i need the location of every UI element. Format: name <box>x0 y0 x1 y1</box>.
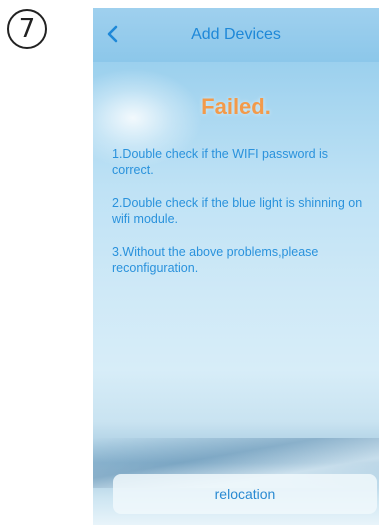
step-number: 7 <box>18 14 36 44</box>
back-button[interactable] <box>99 21 125 47</box>
status-title: Failed. <box>201 94 271 119</box>
tips-list: 1.Double check if the WIFI password is c… <box>112 146 365 276</box>
phone-screen: Add Devices Failed. 1.Double check if th… <box>93 8 379 525</box>
relocation-button[interactable]: relocation <box>113 474 377 514</box>
page-title: Add Devices <box>191 26 281 43</box>
tip-item: 1.Double check if the WIFI password is c… <box>112 147 329 177</box>
chevron-left-icon <box>107 25 118 43</box>
step-number-badge: 7 <box>7 9 47 49</box>
navigation-bar: Add Devices <box>93 8 379 62</box>
tip-item: 3.Without the above problems,please reco… <box>112 245 319 275</box>
main-content: Failed. 1.Double check if the WIFI passw… <box>93 62 379 293</box>
tip-item: 2.Double check if the blue light is shin… <box>112 196 363 226</box>
